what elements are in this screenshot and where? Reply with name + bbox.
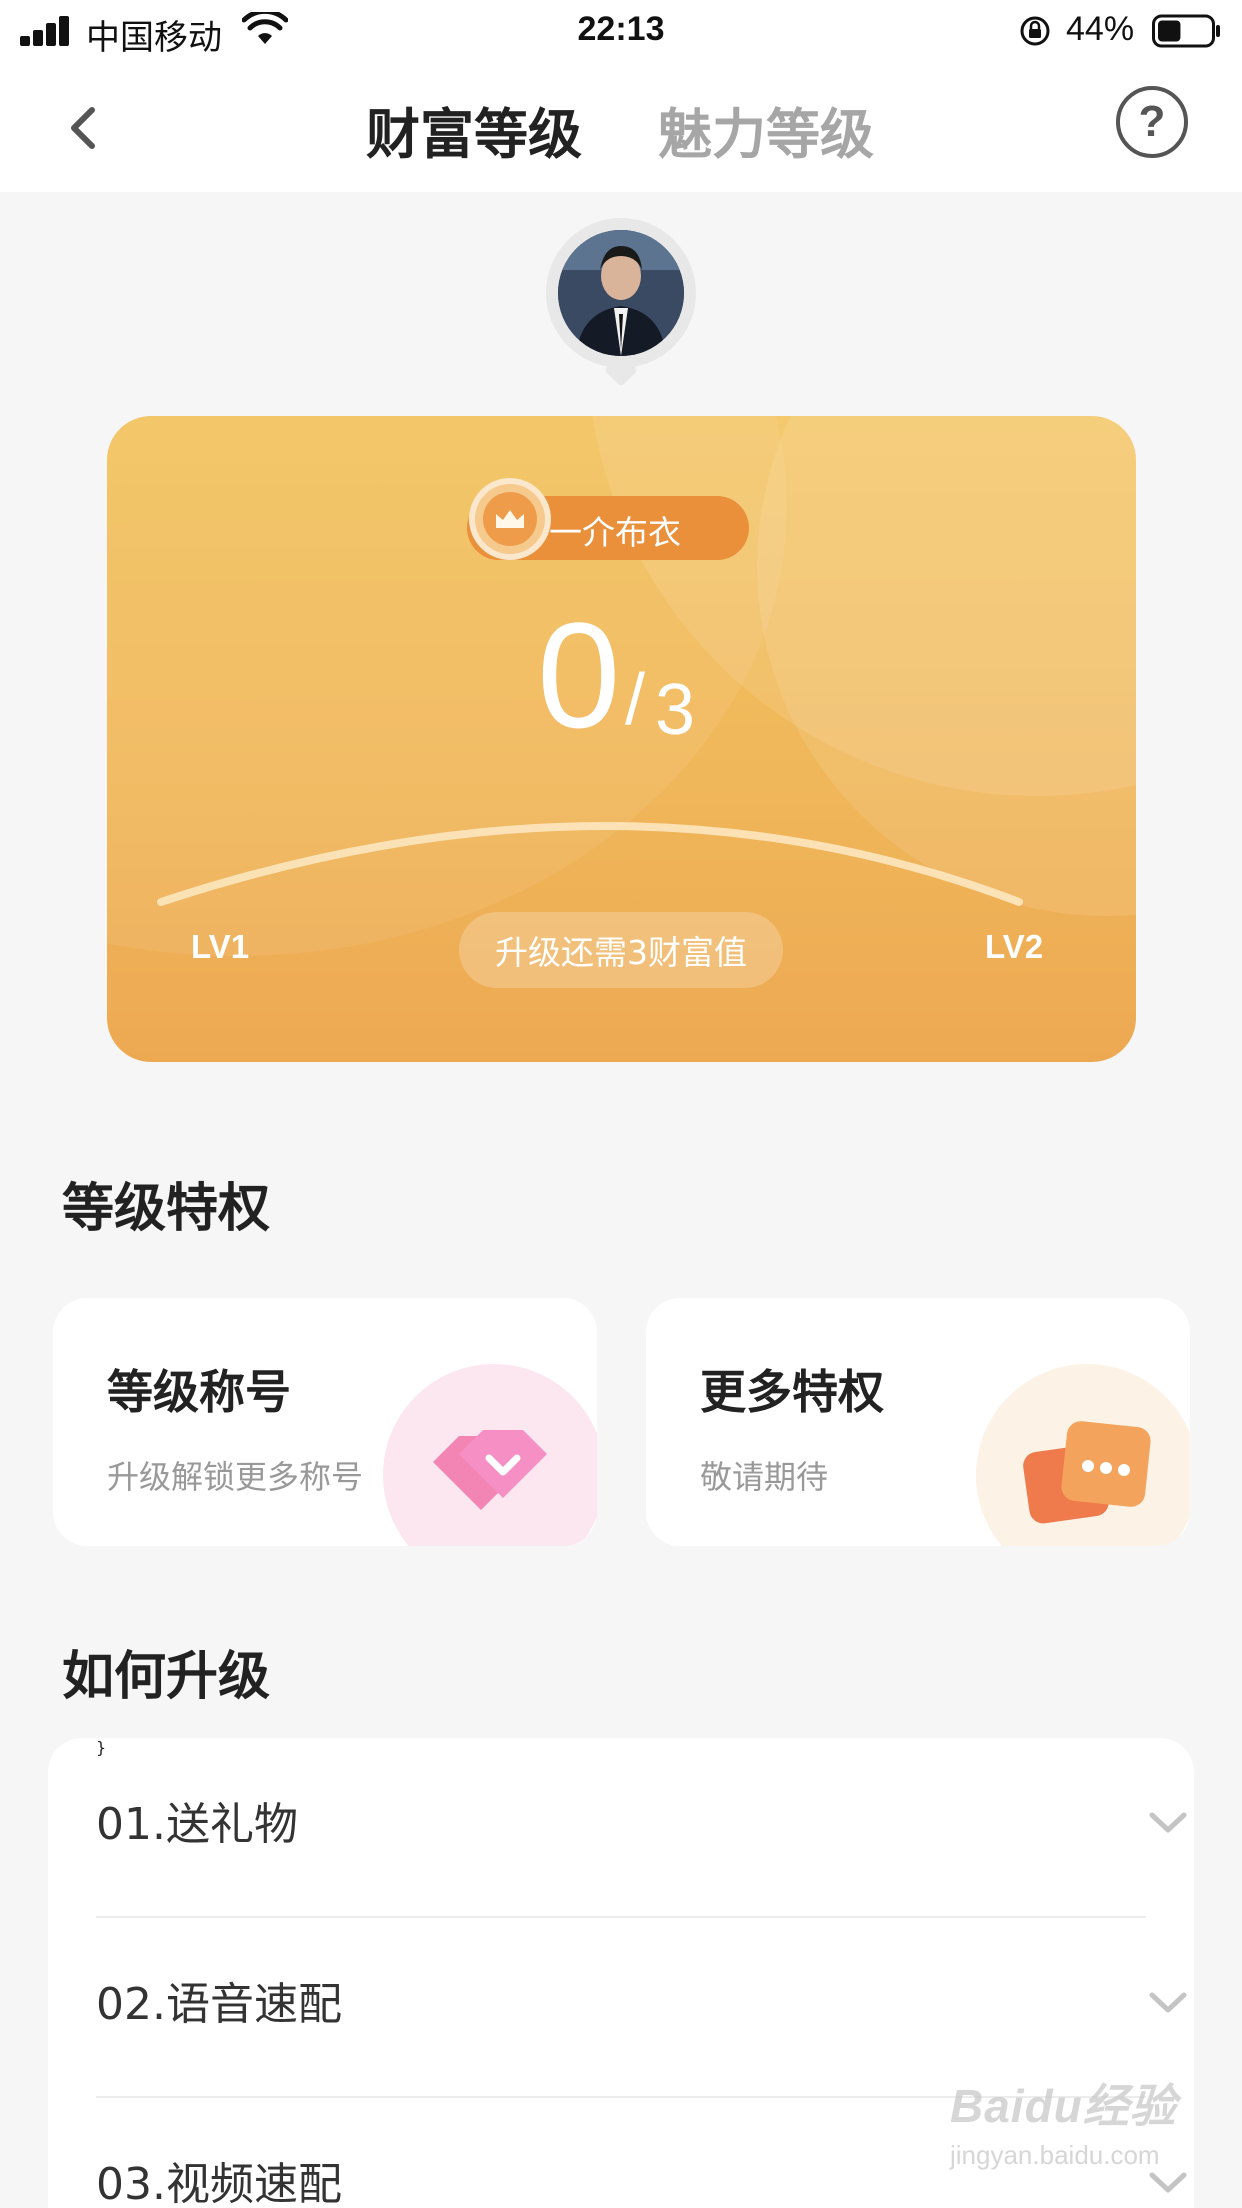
watermark-url: jingyan.baidu.com <box>950 2140 1160 2170</box>
level-start-label: LV1 <box>191 928 250 965</box>
back-button[interactable] <box>52 98 112 158</box>
privilege-card-more[interactable]: 更多特权 敬请期待 <box>646 1298 1190 1546</box>
chevron-left-icon <box>71 107 95 149</box>
orientation-lock-icon <box>1020 16 1050 46</box>
howto-item-label: 01.送礼物 <box>96 1799 298 1850</box>
clock-time: 22:13 <box>577 10 665 48</box>
howto-item-label: 03.视频速配 <box>96 2159 342 2208</box>
privilege-subtitle: 升级解锁更多称号 <box>107 1458 364 1496</box>
avatar-ring <box>546 218 696 368</box>
chevron-down-icon <box>1149 1992 1187 2013</box>
privilege-subtitle: 敬请期待 <box>700 1458 829 1496</box>
battery-percent: 44% <box>1066 10 1135 48</box>
wealth-level-card: 一介布衣 0 / 3 LV1 升级还需3财富值 LV2 <box>107 416 1136 1062</box>
watermark-brand: Baidu经验 <box>950 2080 1177 2132</box>
upgrade-hint: 升级还需3财富值 <box>459 912 783 988</box>
nav-bar: 财富等级 魅力等级 ? <box>0 62 1242 192</box>
upgrade-hint-text: 升级还需3财富值 <box>495 933 747 972</box>
privilege-title: 更多特权 <box>700 1365 884 1419</box>
level-end-label: LV2 <box>985 928 1044 965</box>
question-circle-icon: ? <box>1138 97 1166 146</box>
tab-wealth-level[interactable]: 财富等级 <box>366 90 582 169</box>
heart-badge-icon <box>433 1430 547 1510</box>
tab-charm-level[interactable]: 魅力等级 <box>658 90 874 169</box>
avatar <box>558 230 684 356</box>
chat-cards-icon <box>1023 1421 1151 1524</box>
howto-item-label: 02.语音速配 <box>96 1979 342 2030</box>
battery-icon <box>1152 14 1220 48</box>
section-title-howto: 如何升级 <box>62 1647 271 1707</box>
chevron-down-icon <box>1149 1812 1187 1833</box>
watermark: Baidu经验 jingyan.baidu.com <box>950 2070 1190 2190</box>
status-bar: 中国移动 22:13 44% <box>0 0 1242 62</box>
avatar-photo <box>558 230 684 356</box>
privilege-title: 等级称号 <box>107 1365 291 1419</box>
howto-item-gift[interactable]: 01.送礼物 } <box>96 1738 1187 1918</box>
section-title-privileges: 等级特权 <box>62 1179 271 1239</box>
user-avatar[interactable] <box>546 218 696 387</box>
privilege-card-title[interactable]: 等级称号 升级解锁更多称号 <box>53 1298 597 1546</box>
help-button[interactable]: ? <box>1116 86 1188 158</box>
